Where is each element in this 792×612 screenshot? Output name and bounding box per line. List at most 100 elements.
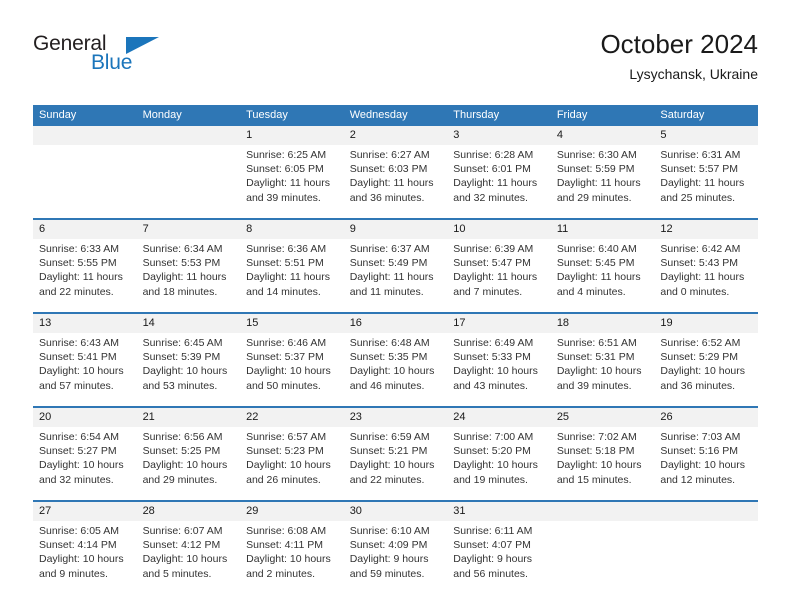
day-info-sunset: Sunset: 6:01 PM — [453, 163, 531, 176]
day-number[interactable]: 26 — [654, 406, 758, 427]
day-info[interactable]: Sunrise: 7:00 AM Sunset: 5:20 PM Daylight:… — [447, 427, 551, 501]
day-number[interactable]: 18 — [550, 312, 655, 333]
day-info[interactable]: Sunrise: 7:03 AM Sunset: 5:16 PM Daylight:… — [654, 427, 758, 501]
day-number[interactable]: 24 — [447, 406, 551, 427]
day-info-daylight1: Daylight: 11 hours — [453, 177, 538, 190]
day-info-daylight1: Daylight: 11 hours — [142, 271, 227, 284]
day-info-daylight2: and 53 minutes. — [142, 379, 218, 392]
day-info-empty — [33, 145, 137, 219]
day-info[interactable]: Sunrise: 6:36 AM Sunset: 5:51 PM Daylight:… — [240, 239, 344, 313]
day-info-sunrise: Sunrise: 7:02 AM — [556, 431, 637, 443]
day-info[interactable]: Sunrise: 6:25 AM Sunset: 6:05 PM Daylight:… — [240, 145, 344, 219]
day-info-daylight2: and 57 minutes. — [39, 379, 114, 392]
day-info-daylight1: Daylight: 10 hours — [660, 365, 746, 378]
day-info-daylight1: Daylight: 10 hours — [246, 365, 331, 378]
day-info-sunset: Sunset: 5:33 PM — [453, 351, 531, 364]
day-info-daylight2: and 0 minutes. — [660, 285, 730, 298]
day-number[interactable]: 27 — [33, 500, 137, 521]
day-info-sunrise: Sunrise: 6:10 AM — [349, 525, 430, 537]
day-number[interactable]: 31 — [447, 500, 551, 521]
day-info-sunrise: Sunrise: 6:56 AM — [142, 431, 223, 443]
day-info[interactable]: Sunrise: 6:05 AM Sunset: 4:14 PM Daylight:… — [33, 521, 137, 594]
day-number[interactable]: 25 — [550, 406, 655, 427]
day-number[interactable]: 9 — [343, 218, 448, 239]
day-number[interactable]: 5 — [654, 126, 758, 145]
day-number[interactable]: 7 — [136, 218, 241, 239]
day-info[interactable]: Sunrise: 6:40 AM Sunset: 5:45 PM Daylight:… — [550, 239, 655, 313]
day-info[interactable]: Sunrise: 6:46 AM Sunset: 5:37 PM Daylight:… — [240, 333, 344, 407]
day-number[interactable]: 17 — [447, 312, 551, 333]
day-info-daylight2: and 46 minutes. — [349, 379, 425, 392]
day-number[interactable]: 15 — [240, 312, 344, 333]
day-number[interactable]: 30 — [343, 500, 448, 521]
weekday-header-tuesday: Tuesday — [240, 105, 344, 126]
day-number[interactable]: 20 — [33, 406, 137, 427]
day-info-sunrise: Sunrise: 6:11 AM — [453, 525, 533, 537]
day-info-daylight1: Daylight: 10 hours — [142, 365, 228, 378]
day-number[interactable]: 12 — [654, 218, 758, 239]
calendar-page: General Blue October 2024 Lysychansk, Uk… — [0, 0, 792, 612]
day-number[interactable]: 8 — [240, 218, 344, 239]
day-info[interactable]: Sunrise: 6:49 AM Sunset: 5:33 PM Daylight:… — [447, 333, 551, 407]
day-info[interactable]: Sunrise: 6:30 AM Sunset: 5:59 PM Daylight:… — [550, 145, 655, 219]
day-cell-empty — [136, 126, 241, 145]
day-info[interactable]: Sunrise: 7:02 AM Sunset: 5:18 PM Daylight:… — [550, 427, 655, 501]
day-info[interactable]: Sunrise: 6:51 AM Sunset: 5:31 PM Daylight:… — [550, 333, 655, 407]
day-number[interactable]: 16 — [343, 312, 448, 333]
day-info[interactable]: Sunrise: 6:33 AM Sunset: 5:55 PM Daylight:… — [33, 239, 137, 313]
day-info-daylight1: Daylight: 10 hours — [349, 365, 435, 378]
day-number[interactable]: 4 — [550, 126, 655, 145]
day-number[interactable]: 22 — [240, 406, 344, 427]
weekday-header-friday: Friday — [550, 105, 655, 126]
day-info[interactable]: Sunrise: 6:39 AM Sunset: 5:47 PM Daylight:… — [447, 239, 551, 313]
generalblue-logo[interactable]: General Blue — [33, 32, 213, 86]
day-info[interactable]: Sunrise: 6:56 AM Sunset: 5:25 PM Daylight:… — [136, 427, 241, 501]
day-info-daylight1: Daylight: 10 hours — [349, 459, 435, 472]
day-info[interactable]: Sunrise: 6:59 AM Sunset: 5:21 PM Daylight:… — [343, 427, 448, 501]
day-info-daylight1: Daylight: 11 hours — [660, 177, 745, 190]
day-info[interactable]: Sunrise: 6:37 AM Sunset: 5:49 PM Daylight:… — [343, 239, 448, 313]
day-number[interactable]: 10 — [447, 218, 551, 239]
week-daynumber-row: 27 28 29 30 31 — [33, 500, 758, 521]
day-info-daylight1: Daylight: 11 hours — [349, 177, 434, 190]
day-info-daylight1: Daylight: 10 hours — [453, 365, 538, 378]
day-number[interactable]: 13 — [33, 312, 137, 333]
day-info[interactable]: Sunrise: 6:45 AM Sunset: 5:39 PM Daylight:… — [136, 333, 241, 407]
day-number[interactable]: 29 — [240, 500, 344, 521]
day-info[interactable]: Sunrise: 6:34 AM Sunset: 5:53 PM Daylight:… — [136, 239, 241, 313]
day-info[interactable]: Sunrise: 6:08 AM Sunset: 4:11 PM Daylight:… — [240, 521, 344, 594]
day-info-sunset: Sunset: 5:59 PM — [556, 163, 635, 176]
day-info-daylight2: and 32 minutes. — [39, 473, 114, 486]
day-info-daylight1: Daylight: 10 hours — [660, 459, 746, 472]
day-info[interactable]: Sunrise: 6:10 AM Sunset: 4:09 PM Daylight:… — [343, 521, 448, 594]
day-info-daylight2: and 50 minutes. — [246, 379, 321, 392]
day-info[interactable]: Sunrise: 6:43 AM Sunset: 5:41 PM Daylight:… — [33, 333, 137, 407]
day-number[interactable]: 19 — [654, 312, 758, 333]
day-number[interactable]: 14 — [136, 312, 241, 333]
day-info-daylight1: Daylight: 10 hours — [39, 459, 124, 472]
day-info[interactable]: Sunrise: 6:07 AM Sunset: 4:12 PM Daylight:… — [136, 521, 241, 594]
day-number[interactable]: 11 — [550, 218, 655, 239]
week-info-row: Sunrise: 6:05 AM Sunset: 4:14 PM Daylight:… — [33, 521, 758, 594]
day-info[interactable]: Sunrise: 6:42 AM Sunset: 5:43 PM Daylight:… — [654, 239, 758, 313]
day-info[interactable]: Sunrise: 6:54 AM Sunset: 5:27 PM Daylight:… — [33, 427, 137, 501]
day-info[interactable]: Sunrise: 6:11 AM Sunset: 4:07 PM Daylight:… — [447, 521, 551, 594]
day-info[interactable]: Sunrise: 6:48 AM Sunset: 5:35 PM Daylight:… — [343, 333, 448, 407]
day-info-daylight2: and 2 minutes. — [246, 567, 316, 580]
day-number[interactable]: 1 — [240, 126, 344, 145]
day-number[interactable]: 28 — [136, 500, 241, 521]
day-info[interactable]: Sunrise: 6:57 AM Sunset: 5:23 PM Daylight:… — [240, 427, 344, 501]
day-info[interactable]: Sunrise: 6:52 AM Sunset: 5:29 PM Daylight:… — [654, 333, 758, 407]
day-info-sunset: Sunset: 5:37 PM — [246, 351, 324, 364]
day-number[interactable]: 2 — [343, 126, 448, 145]
day-info-daylight2: and 11 minutes. — [349, 285, 424, 298]
weekday-header-row: Sunday Monday Tuesday Wednesday Thursday… — [33, 105, 758, 126]
day-number[interactable]: 3 — [447, 126, 551, 145]
day-number[interactable]: 23 — [343, 406, 448, 427]
day-info[interactable]: Sunrise: 6:31 AM Sunset: 5:57 PM Daylight:… — [654, 145, 758, 219]
day-number[interactable]: 6 — [33, 218, 137, 239]
day-info[interactable]: Sunrise: 6:27 AM Sunset: 6:03 PM Daylight:… — [343, 145, 448, 219]
day-info-sunrise: Sunrise: 7:00 AM — [453, 431, 534, 443]
day-number[interactable]: 21 — [136, 406, 241, 427]
day-info[interactable]: Sunrise: 6:28 AM Sunset: 6:01 PM Daylight:… — [447, 145, 551, 219]
